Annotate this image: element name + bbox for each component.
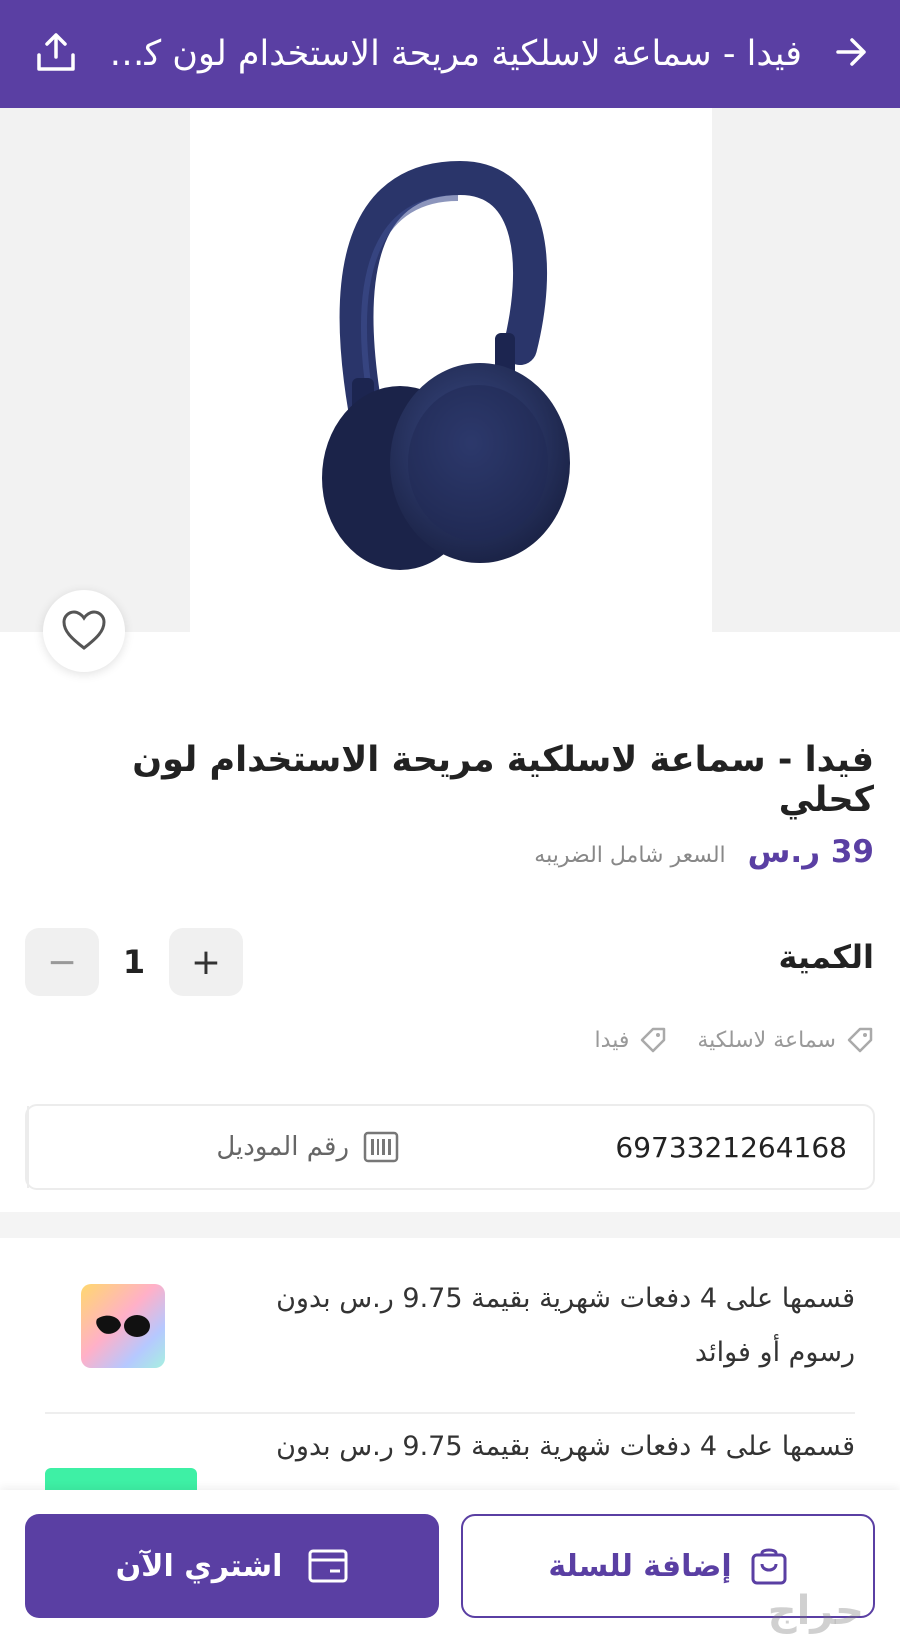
installment-separator bbox=[45, 1412, 855, 1414]
tag-label: سماعة لاسلكية bbox=[697, 1027, 836, 1053]
buy-now-button[interactable]: اشتري الآن bbox=[25, 1514, 439, 1618]
quantity-value: 1 bbox=[122, 943, 146, 981]
price-amount: 39 ر.س bbox=[747, 834, 874, 870]
wishlist-button[interactable] bbox=[43, 590, 125, 672]
model-number-row: رقم الموديل 6973321264168 bbox=[25, 1104, 875, 1190]
quantity-stepper: − 1 + bbox=[25, 928, 245, 996]
quantity-label: الكمية bbox=[778, 938, 874, 976]
heart-icon bbox=[62, 610, 106, 650]
card-icon bbox=[308, 1549, 348, 1583]
buy-now-label: اشتري الآن bbox=[115, 1548, 283, 1584]
installment-offer-tabby[interactable]: قسمها على 4 دفعات شهرية بقيمة 9.75 ر.س ب… bbox=[45, 1420, 855, 1490]
back-button[interactable] bbox=[826, 26, 878, 78]
installment-text: قسمها على 4 دفعات شهرية بقيمة 9.75 ر.س ب… bbox=[276, 1283, 855, 1368]
price-row: 39 ر.س السعر شامل الضريبه bbox=[534, 834, 874, 870]
tabby-logo-icon bbox=[45, 1468, 197, 1490]
watermark-logo: حراج bbox=[767, 1588, 864, 1634]
shopping-bag-icon bbox=[751, 1548, 787, 1585]
tag-icon bbox=[641, 1027, 666, 1053]
tag-label: فيدا bbox=[594, 1027, 630, 1053]
decrease-quantity-button[interactable]: − bbox=[25, 928, 99, 996]
share-upload-icon bbox=[37, 33, 75, 71]
product-image bbox=[190, 108, 712, 632]
product-title: فيدا - سماعة لاسلكية مريحة الاستخدام لون… bbox=[132, 740, 874, 820]
model-number-value: 6973321264168 bbox=[615, 1130, 847, 1164]
tamara-logo-icon bbox=[81, 1284, 165, 1368]
installment-text: قسمها على 4 دفعات شهرية بقيمة 9.75 ر.س ب… bbox=[276, 1431, 855, 1462]
tag-item[interactable]: سماعة لاسلكية bbox=[697, 1026, 874, 1054]
model-number-label-cell: رقم الموديل bbox=[27, 1106, 427, 1188]
page-title: فيدا - سماعة لاسلكية مريحة الاستخدام لون… bbox=[102, 34, 802, 74]
bottom-action-bar: اشتري الآن إضافة للسلة bbox=[0, 1490, 900, 1635]
headphones-image bbox=[322, 160, 570, 570]
add-to-cart-label: إضافة للسلة bbox=[548, 1548, 732, 1584]
top-bar: فيدا - سماعة لاسلكية مريحة الاستخدام لون… bbox=[0, 0, 900, 108]
installment-offer-tamara[interactable]: قسمها على 4 دفعات شهرية بقيمة 9.75 ر.س ب… bbox=[45, 1272, 855, 1412]
arrow-right-icon bbox=[836, 38, 866, 66]
section-divider bbox=[0, 1212, 900, 1238]
price-note: السعر شامل الضريبه bbox=[534, 843, 726, 868]
tag-item[interactable]: فيدا bbox=[595, 1026, 668, 1054]
model-number-label: رقم الموديل bbox=[216, 1132, 349, 1162]
product-image-gallery[interactable] bbox=[0, 108, 900, 632]
product-tags: سماعة لاسلكية فيدا bbox=[595, 1026, 874, 1054]
share-button[interactable] bbox=[28, 24, 84, 80]
barcode-icon bbox=[363, 1131, 399, 1163]
increase-quantity-button[interactable]: + bbox=[169, 928, 243, 996]
tag-icon bbox=[847, 1027, 873, 1053]
